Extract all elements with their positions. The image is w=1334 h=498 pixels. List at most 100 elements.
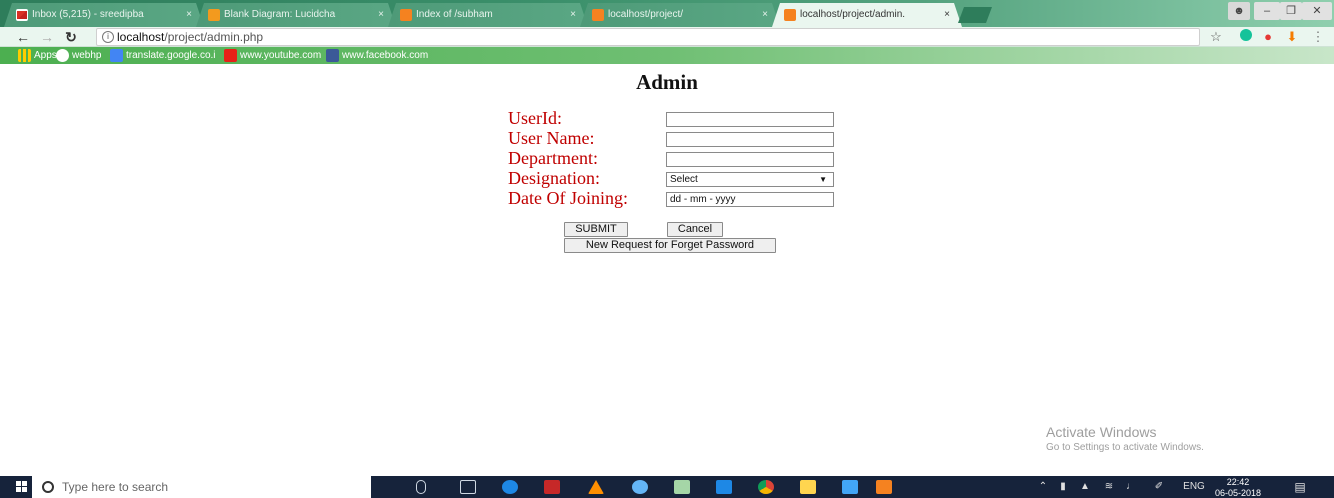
close-icon[interactable]: × — [186, 3, 192, 27]
taskbar-search-input[interactable]: Type here to search — [32, 476, 371, 498]
task-view-icon[interactable] — [460, 480, 476, 494]
address-path: /project/admin.php — [164, 30, 264, 44]
apps-grid-icon — [18, 49, 31, 62]
tab-index-subham[interactable]: Index of /subham × — [388, 3, 588, 27]
designation-label: Designation: — [508, 168, 600, 188]
page-title: Admin — [636, 70, 698, 94]
app-icon[interactable] — [632, 480, 648, 494]
language-indicator[interactable]: ENG — [1180, 476, 1208, 498]
close-icon[interactable]: × — [762, 3, 768, 27]
info-icon[interactable]: i — [102, 31, 114, 43]
youtube-icon — [224, 49, 237, 62]
taskbar: Type here to search ⌃ ▮ ▲ ≋ ♩ ✐ ENG 22:4… — [0, 476, 1334, 498]
tab-title: Inbox (5,215) - sreedipba — [32, 9, 144, 20]
date-of-joining-input[interactable]: dd - mm - yyyy — [666, 192, 834, 207]
profile-icon[interactable]: ☻ — [1228, 2, 1250, 20]
app-icon[interactable] — [842, 480, 858, 494]
download-icon[interactable]: ⬇ — [1284, 29, 1300, 45]
volume-icon[interactable]: ♩ — [1122, 476, 1140, 498]
bookmark-facebook[interactable]: www.facebook.com — [326, 47, 428, 64]
xampp-icon[interactable] — [876, 480, 892, 494]
notifications-icon[interactable]: ▤ — [1290, 476, 1310, 498]
google-icon — [56, 49, 69, 62]
username-label: User Name: — [508, 128, 595, 148]
username-input[interactable] — [666, 132, 834, 147]
close-icon: ✕ — [1312, 5, 1322, 17]
tab-gmail-inbox[interactable]: Inbox (5,215) - sreedipba × — [4, 3, 204, 27]
close-window-button[interactable]: ✕ — [1302, 2, 1332, 20]
app-icon[interactable] — [716, 480, 732, 494]
edge-icon[interactable] — [502, 480, 518, 494]
watermark-title: Activate Windows — [1046, 424, 1157, 440]
tab-title: localhost/project/admin. — [800, 9, 906, 20]
bookmark-apps[interactable]: Apps — [18, 47, 57, 64]
notepad-plus-icon[interactable] — [674, 480, 690, 494]
close-icon[interactable]: × — [378, 3, 384, 27]
back-button[interactable]: ← — [14, 27, 32, 47]
file-explorer-icon[interactable] — [800, 480, 816, 494]
vlc-icon[interactable] — [588, 480, 604, 494]
watermark-subtitle: Go to Settings to activate Windows. — [1046, 442, 1204, 453]
tab-lucidchart[interactable]: Blank Diagram: Lucidcha × — [196, 3, 396, 27]
new-tab-button[interactable] — [958, 7, 992, 23]
xampp-icon — [592, 9, 604, 21]
tab-title: localhost/project/ — [608, 9, 684, 20]
microphone-icon[interactable] — [416, 480, 426, 494]
translate-icon — [110, 49, 123, 62]
battery-icon[interactable]: ▮ — [1054, 476, 1072, 498]
close-icon[interactable]: × — [570, 3, 576, 27]
pen-icon[interactable]: ✐ — [1150, 476, 1168, 498]
xampp-icon — [784, 9, 796, 21]
tab-title: Index of /subham — [416, 9, 493, 20]
xampp-icon — [400, 9, 412, 21]
extension-icon[interactable]: ● — [1260, 29, 1276, 45]
designation-select[interactable]: Select ▼ — [666, 172, 834, 187]
bookmarks-bar: Apps webhp translate.google.co.i www.you… — [0, 47, 1334, 64]
forward-button[interactable]: → — [38, 27, 56, 47]
reload-button[interactable]: ↻ — [62, 27, 80, 47]
minimize-icon: – — [1263, 5, 1271, 17]
designation-selected-value: Select — [670, 174, 698, 185]
department-label: Department: — [508, 148, 598, 168]
close-icon[interactable]: × — [944, 3, 950, 27]
restore-icon: ❐ — [1286, 5, 1296, 17]
forget-password-button[interactable]: New Request for Forget Password — [564, 238, 776, 253]
clock-date: 06-05-2018 — [1214, 488, 1262, 498]
restore-button[interactable]: ❐ — [1280, 2, 1302, 20]
facebook-icon — [326, 49, 339, 62]
tab-strip: Inbox (5,215) - sreedipba × Blank Diagra… — [0, 0, 1334, 27]
tab-localhost-project[interactable]: localhost/project/ × — [580, 3, 780, 27]
grammarly-icon[interactable] — [1238, 29, 1254, 45]
wifi-icon[interactable]: ≋ — [1100, 476, 1118, 498]
minimize-button[interactable]: – — [1254, 2, 1280, 20]
chevron-down-icon: ▼ — [819, 175, 827, 184]
date-of-joining-label: Date Of Joining: — [508, 188, 628, 208]
menu-icon[interactable]: ⋮ — [1310, 29, 1326, 45]
lucidchart-icon — [208, 9, 220, 21]
chrome-icon[interactable] — [758, 480, 774, 494]
activate-windows-watermark: Activate Windows Go to Settings to activ… — [1046, 424, 1204, 453]
department-input[interactable] — [666, 152, 834, 167]
tab-title: Blank Diagram: Lucidcha — [224, 9, 336, 20]
gmail-icon — [16, 9, 28, 21]
bookmark-star-icon[interactable]: ☆ — [1208, 29, 1224, 45]
taskbar-clock[interactable]: 22:42 06-05-2018 — [1212, 478, 1264, 498]
bookmark-webhp[interactable]: webhp — [56, 47, 101, 64]
cancel-button[interactable]: Cancel — [667, 222, 723, 237]
userid-input[interactable] — [666, 112, 834, 127]
bookmark-translate[interactable]: translate.google.co.i — [110, 47, 216, 64]
tab-localhost-admin[interactable]: localhost/project/admin. × — [772, 3, 962, 27]
browser-toolbar: ← → ↻ i localhost/project/admin.php ☆ ● … — [0, 27, 1334, 47]
clock-time: 22:42 — [1226, 477, 1250, 487]
search-placeholder: Type here to search — [62, 480, 169, 494]
address-host: localhost — [117, 30, 165, 44]
userid-label: UserId: — [508, 108, 562, 128]
show-hidden-icons[interactable]: ⌃ — [1036, 476, 1050, 498]
submit-button[interactable]: SUBMIT — [564, 222, 628, 237]
acrobat-icon[interactable] — [544, 480, 560, 494]
address-bar[interactable]: i localhost/project/admin.php — [96, 28, 1200, 46]
bookmark-youtube[interactable]: www.youtube.com — [224, 47, 321, 64]
windows-start-icon[interactable] — [16, 481, 28, 493]
cortana-icon — [42, 481, 54, 493]
network-icon[interactable]: ▲ — [1076, 476, 1094, 498]
